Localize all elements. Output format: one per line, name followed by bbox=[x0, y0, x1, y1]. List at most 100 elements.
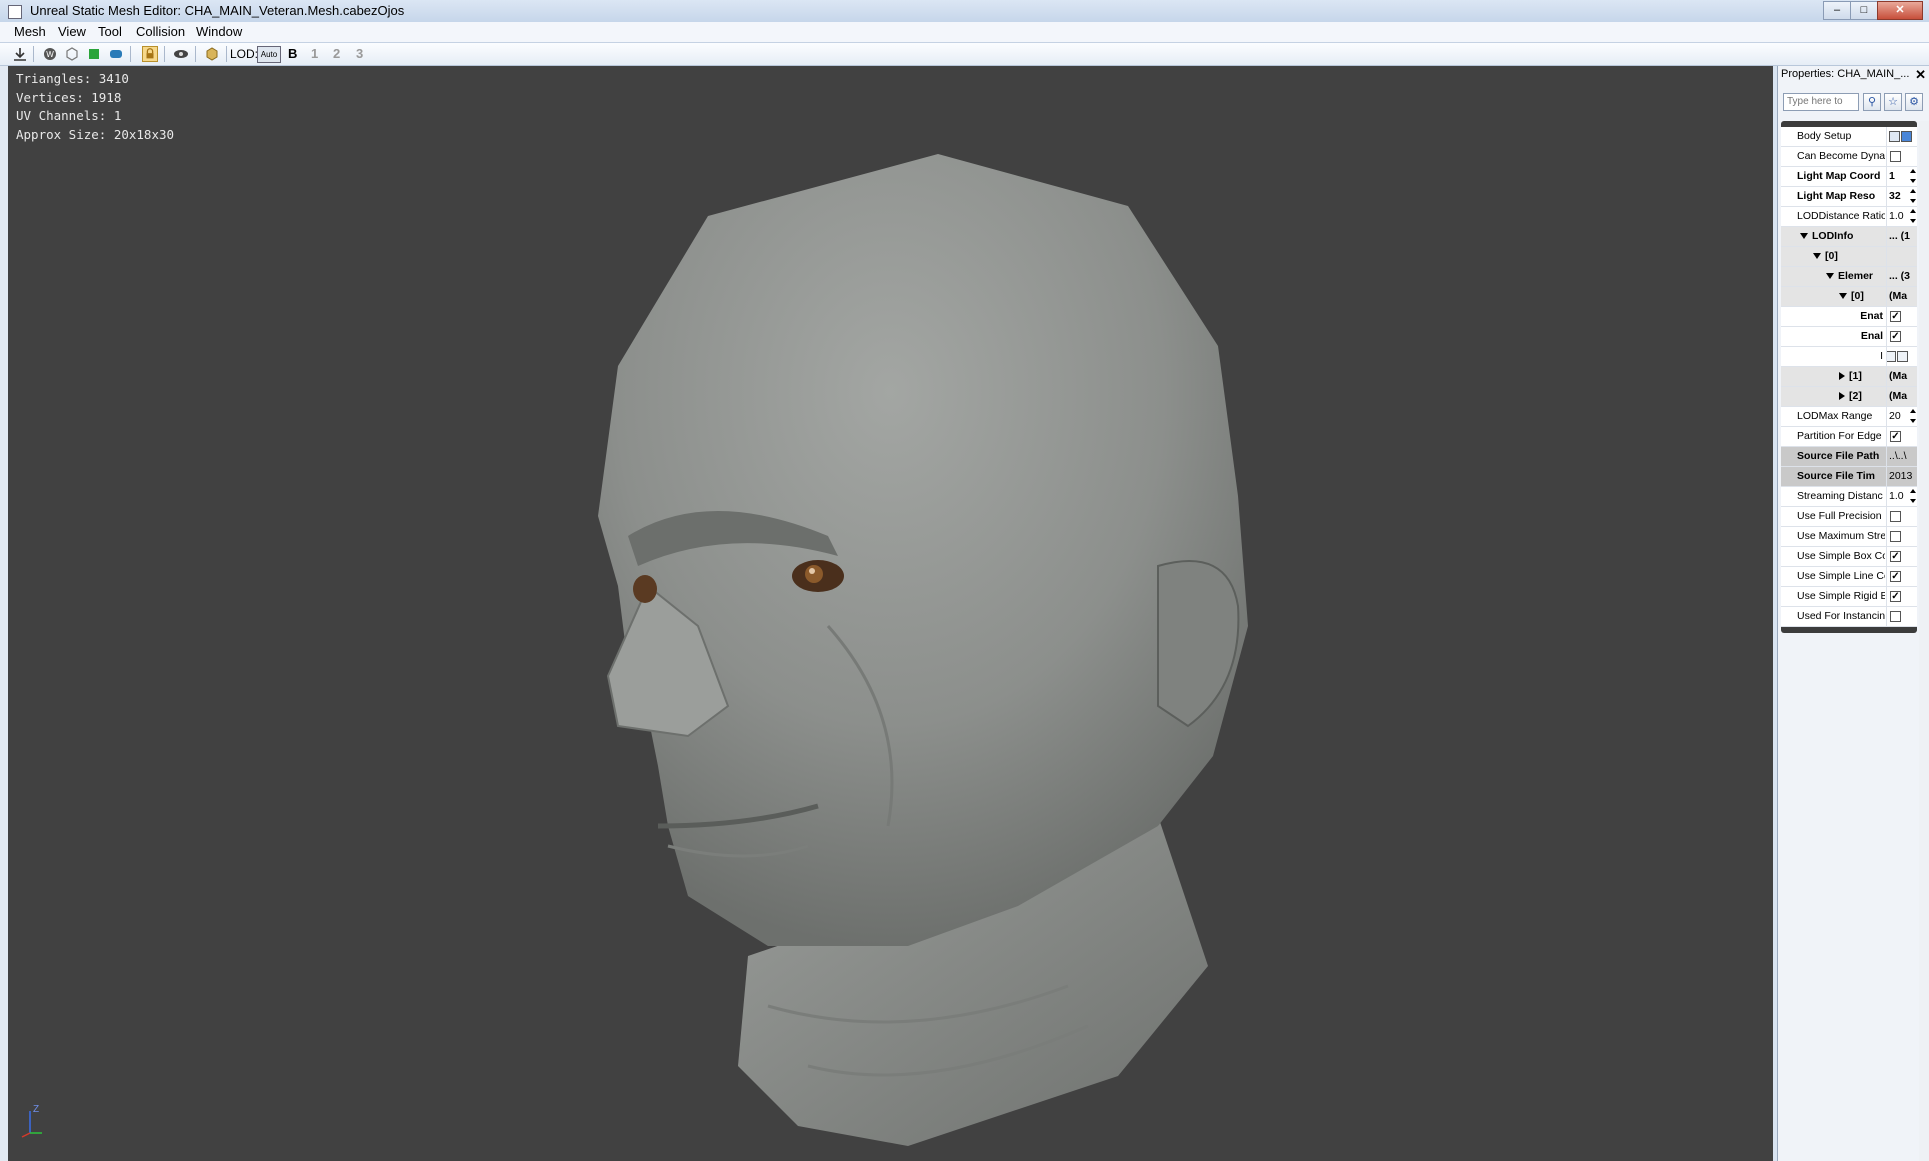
property-row[interactable]: [1] (Ma bbox=[1781, 367, 1917, 387]
property-row[interactable]: Light Map Reso 32 bbox=[1781, 187, 1917, 207]
property-value[interactable]: ..\..\ bbox=[1886, 447, 1917, 466]
collision-icon[interactable] bbox=[86, 46, 102, 62]
property-row[interactable]: Light Map Coord 1 bbox=[1781, 167, 1917, 187]
property-checkbox[interactable]: ✓ bbox=[1890, 311, 1901, 322]
property-checkbox[interactable]: ✓ bbox=[1890, 431, 1901, 442]
property-row[interactable]: Streaming Distanc 1.0 bbox=[1781, 487, 1917, 507]
property-value[interactable] bbox=[1886, 147, 1917, 166]
expand-arrow-icon[interactable] bbox=[1826, 273, 1834, 280]
menu-tool[interactable]: Tool bbox=[98, 24, 122, 39]
favorite-icon[interactable]: ☆ bbox=[1884, 93, 1902, 111]
menu-window[interactable]: Window bbox=[196, 24, 242, 39]
property-value[interactable] bbox=[1886, 607, 1917, 626]
property-value[interactable] bbox=[1886, 127, 1917, 146]
property-row[interactable]: [0] bbox=[1781, 247, 1917, 267]
filter-icon[interactable]: ⚙ bbox=[1905, 93, 1923, 111]
property-row[interactable]: Use Maximum Stre bbox=[1781, 527, 1917, 547]
dropdown-icon[interactable] bbox=[1901, 131, 1912, 142]
property-value[interactable] bbox=[1886, 247, 1917, 266]
property-value[interactable] bbox=[1886, 507, 1917, 526]
property-checkbox[interactable] bbox=[1890, 151, 1901, 162]
property-row[interactable]: Enat ✓ bbox=[1781, 307, 1917, 327]
properties-close-icon[interactable]: ✕ bbox=[1915, 67, 1926, 83]
mesh-viewport[interactable]: Triangles: 3410 Vertices: 1918 UV Channe… bbox=[8, 66, 1773, 1161]
property-row[interactable]: Use Simple Box Co ✓ bbox=[1781, 547, 1917, 567]
property-row[interactable]: Enal ✓ bbox=[1781, 327, 1917, 347]
property-row[interactable]: Use Full Precision bbox=[1781, 507, 1917, 527]
property-value[interactable]: ✓ bbox=[1886, 307, 1917, 326]
property-row[interactable]: I bbox=[1781, 347, 1917, 367]
menu-mesh[interactable]: Mesh bbox=[14, 24, 46, 39]
property-value[interactable]: (Ma bbox=[1886, 287, 1917, 306]
property-row[interactable]: Use Simple Rigid B ✓ bbox=[1781, 587, 1917, 607]
property-checkbox[interactable]: ✓ bbox=[1890, 571, 1901, 582]
eye-icon[interactable] bbox=[173, 46, 189, 62]
mesh-icon[interactable] bbox=[204, 46, 220, 62]
normals-icon[interactable] bbox=[108, 46, 124, 62]
property-value[interactable]: 1 bbox=[1886, 167, 1917, 186]
wireframe-icon[interactable]: W bbox=[42, 46, 58, 62]
property-value[interactable]: 2013 bbox=[1886, 467, 1917, 486]
property-value[interactable]: ... (3 bbox=[1886, 267, 1917, 286]
property-value[interactable]: 20 bbox=[1886, 407, 1917, 426]
property-row[interactable]: [2] (Ma bbox=[1781, 387, 1917, 407]
spinner-arrows-icon[interactable] bbox=[1910, 489, 1916, 503]
clear-icon[interactable] bbox=[1889, 131, 1900, 142]
property-value[interactable]: 1.0 bbox=[1886, 207, 1917, 226]
property-row[interactable]: LODInfo ... (1 bbox=[1781, 227, 1917, 247]
clear-icon[interactable] bbox=[1897, 351, 1908, 362]
property-checkbox[interactable]: ✓ bbox=[1890, 331, 1901, 342]
properties-search-input[interactable] bbox=[1783, 93, 1859, 111]
spinner-arrows-icon[interactable] bbox=[1910, 409, 1916, 423]
property-value[interactable]: (Ma bbox=[1886, 387, 1917, 406]
property-value[interactable] bbox=[1886, 347, 1917, 366]
property-row[interactable]: Partition For Edge ✓ bbox=[1781, 427, 1917, 447]
browse-icon[interactable] bbox=[1887, 351, 1896, 362]
property-value[interactable]: ✓ bbox=[1886, 587, 1917, 606]
lock-icon[interactable] bbox=[142, 46, 158, 62]
property-row[interactable]: Source File Path ..\..\ bbox=[1781, 447, 1917, 467]
property-row[interactable]: LODMax Range 20 bbox=[1781, 407, 1917, 427]
menu-view[interactable]: View bbox=[58, 24, 86, 39]
property-value[interactable] bbox=[1886, 527, 1917, 546]
expand-arrow-icon[interactable] bbox=[1839, 293, 1847, 300]
property-row[interactable]: Body Setup bbox=[1781, 127, 1917, 147]
property-value[interactable]: ✓ bbox=[1886, 427, 1917, 446]
property-value[interactable]: ... (1 bbox=[1886, 227, 1917, 246]
lod-1-button[interactable]: 1 bbox=[311, 46, 318, 61]
property-row[interactable]: Can Become Dyna bbox=[1781, 147, 1917, 167]
app-icon[interactable] bbox=[8, 5, 22, 19]
property-row[interactable]: Used For Instancin bbox=[1781, 607, 1917, 627]
property-row[interactable]: Elemer ... (3 bbox=[1781, 267, 1917, 287]
expand-arrow-icon[interactable] bbox=[1813, 253, 1821, 260]
property-value[interactable]: ✓ bbox=[1886, 567, 1917, 586]
property-row[interactable]: Use Simple Line Co ✓ bbox=[1781, 567, 1917, 587]
lod-base-button[interactable]: B bbox=[288, 46, 297, 61]
minimize-icon[interactable]: – bbox=[1823, 1, 1851, 20]
property-row[interactable]: Source File Tim 2013 bbox=[1781, 467, 1917, 487]
property-row[interactable]: LODDistance Ratio 1.0 bbox=[1781, 207, 1917, 227]
property-value[interactable]: 32 bbox=[1886, 187, 1917, 206]
property-checkbox[interactable]: ✓ bbox=[1890, 551, 1901, 562]
property-value[interactable]: ✓ bbox=[1886, 547, 1917, 566]
search-icon[interactable]: ⚲ bbox=[1863, 93, 1881, 111]
maximize-icon[interactable]: □ bbox=[1850, 1, 1878, 20]
collapse-arrow-icon[interactable] bbox=[1839, 392, 1845, 401]
spinner-arrows-icon[interactable] bbox=[1910, 189, 1916, 203]
close-icon[interactable]: ✕ bbox=[1877, 1, 1923, 20]
lod-2-button[interactable]: 2 bbox=[333, 46, 340, 61]
properties-scrollbar[interactable] bbox=[1919, 121, 1929, 1161]
collapse-arrow-icon[interactable] bbox=[1839, 372, 1845, 381]
import-icon[interactable] bbox=[12, 46, 28, 62]
spinner-arrows-icon[interactable] bbox=[1910, 169, 1916, 183]
spinner-arrows-icon[interactable] bbox=[1910, 209, 1916, 223]
bounds-icon[interactable] bbox=[64, 46, 80, 62]
lod-auto-button[interactable]: Auto bbox=[257, 46, 281, 63]
property-value[interactable]: (Ma bbox=[1886, 367, 1917, 386]
property-checkbox[interactable]: ✓ bbox=[1890, 591, 1901, 602]
menu-collision[interactable]: Collision bbox=[136, 24, 185, 39]
property-checkbox[interactable] bbox=[1890, 511, 1901, 522]
property-row[interactable]: [0] (Ma bbox=[1781, 287, 1917, 307]
lod-3-button[interactable]: 3 bbox=[356, 46, 363, 61]
property-value[interactable]: 1.0 bbox=[1886, 487, 1917, 506]
